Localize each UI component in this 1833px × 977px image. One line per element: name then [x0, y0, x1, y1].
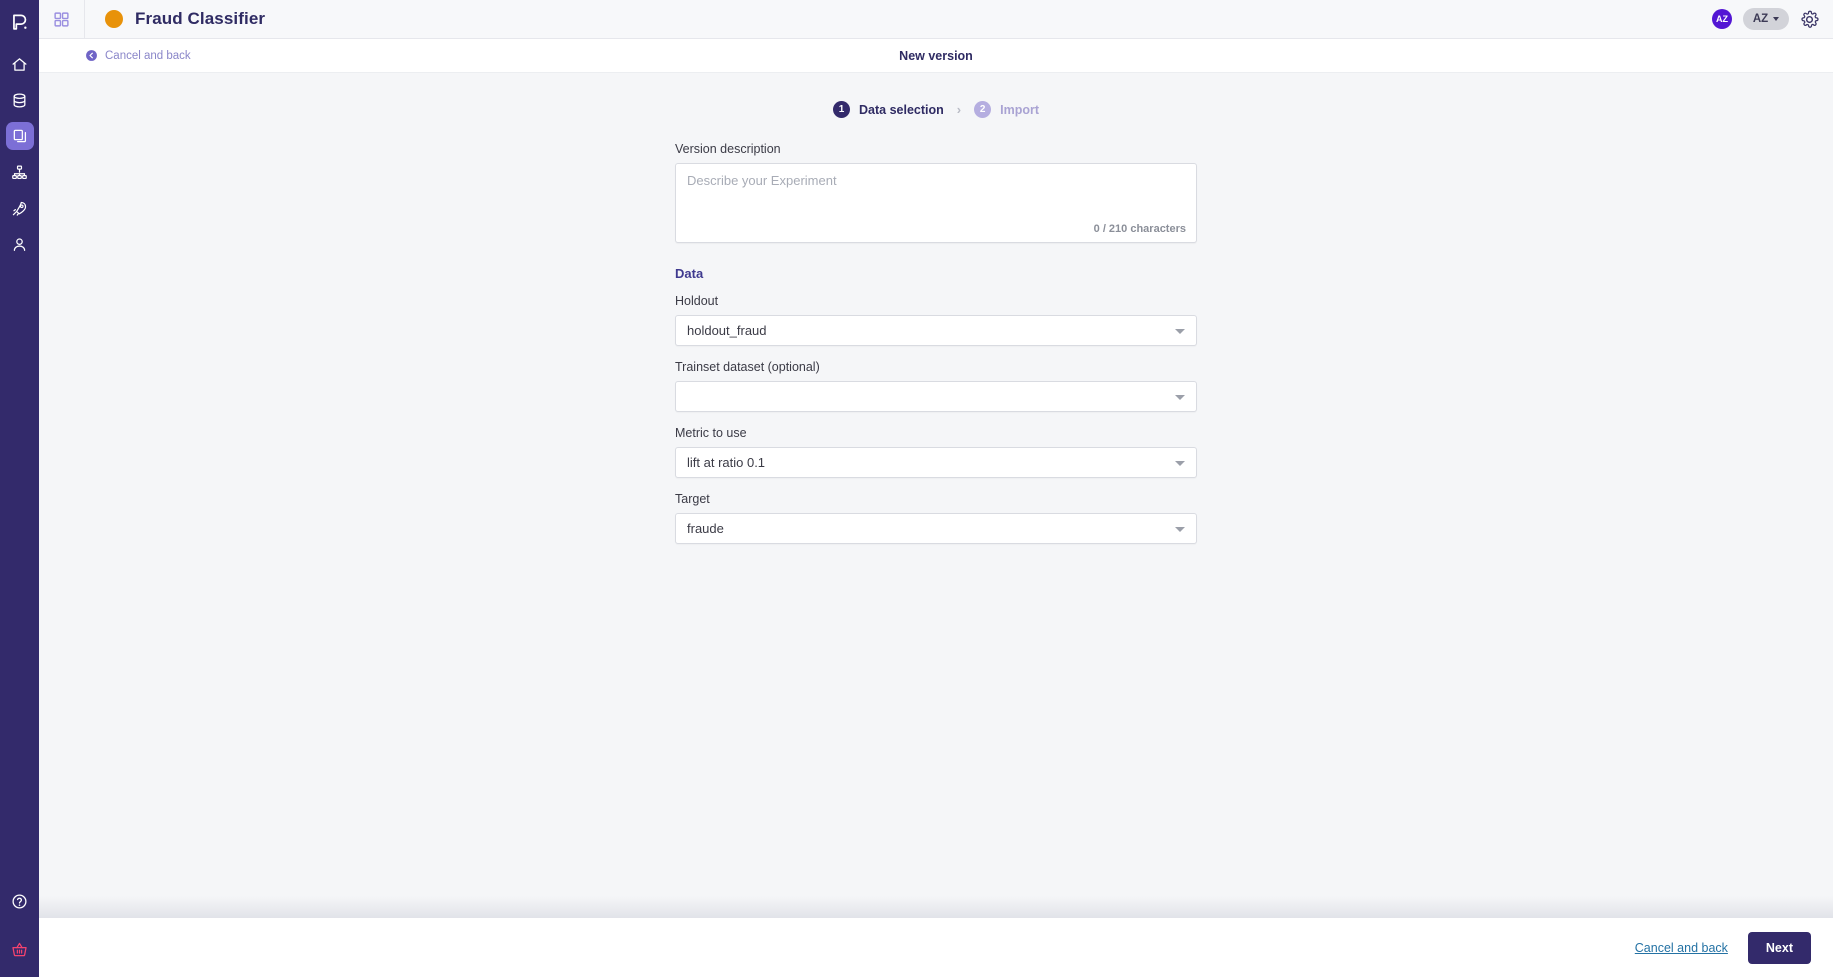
avatar[interactable]: AZ: [1712, 9, 1732, 29]
field-metric: Metric to use lift at ratio 0.1: [675, 426, 1197, 478]
cancel-and-back-link[interactable]: Cancel and back: [1635, 941, 1728, 955]
sidebar-nav: [5, 50, 34, 258]
metric-select[interactable]: lift at ratio 0.1: [675, 447, 1197, 478]
apps-grid-button[interactable]: [39, 0, 85, 39]
topbar-actions: AZ AZ: [1712, 8, 1833, 30]
gear-icon: [1801, 10, 1819, 28]
step-separator-icon: ›: [956, 102, 962, 117]
content-area: 1 Data selection › 2 Import Version desc…: [39, 73, 1833, 918]
sidebar-bottom: [0, 887, 39, 977]
step-1-number: 1: [833, 101, 850, 118]
holdout-label: Holdout: [675, 294, 719, 308]
step-2-label: Import: [1000, 102, 1039, 117]
workspace-switcher[interactable]: AZ: [1743, 8, 1789, 30]
sidebar: [0, 0, 39, 977]
hierarchy-icon: [12, 165, 27, 179]
field-trainset: Trainset dataset (optional): [675, 360, 1197, 412]
field-target: Target fraude: [675, 492, 1197, 544]
step-indicator: 1 Data selection › 2 Import: [39, 101, 1833, 118]
metric-label: Metric to use: [675, 426, 747, 440]
rocket-icon: [12, 201, 27, 216]
cancel-and-back-top[interactable]: Cancel and back: [39, 49, 191, 62]
sidebar-item-datasets[interactable]: [6, 86, 34, 114]
basket-icon: [12, 942, 27, 956]
database-icon: [13, 92, 26, 108]
sidebar-item-account[interactable]: [6, 230, 34, 258]
version-form: Version description 0 / 210 characters D…: [675, 142, 1197, 544]
target-label: Target: [675, 492, 710, 506]
grid-apps-icon: [54, 11, 69, 27]
main-area: Fraud Classifier AZ AZ Cancel and back N…: [39, 0, 1833, 977]
trainset-select[interactable]: [675, 381, 1197, 412]
holdout-select[interactable]: holdout_fraud: [675, 315, 1197, 346]
sidebar-item-home[interactable]: [6, 50, 34, 78]
help-circle-icon: [12, 893, 27, 909]
version-description-box: 0 / 210 characters: [675, 163, 1197, 243]
step-import[interactable]: 2 Import: [974, 101, 1039, 118]
target-select[interactable]: fraude: [675, 513, 1197, 544]
data-section-title: Data: [675, 266, 704, 281]
subheader: Cancel and back New version: [39, 39, 1833, 73]
circle-back-arrow-icon: [86, 50, 97, 61]
chevron-down-icon: [1773, 17, 1780, 21]
project-header: Fraud Classifier: [85, 9, 265, 29]
sidebar-item-models[interactable]: [5, 122, 34, 150]
page-title: Fraud Classifier: [135, 9, 266, 28]
cancel-and-back-top-label: Cancel and back: [105, 49, 191, 62]
project-status-dot: [105, 10, 123, 28]
topbar: Fraud Classifier AZ AZ: [39, 0, 1833, 39]
documents-icon: [13, 129, 26, 143]
subheader-title: New version: [899, 48, 973, 63]
step-data-selection[interactable]: 1 Data selection: [833, 101, 944, 118]
settings-button[interactable]: [1800, 10, 1819, 29]
character-counter: 0 / 210 characters: [1093, 223, 1186, 235]
chevron-down-icon: [1175, 394, 1185, 400]
workspace-label: AZ: [1752, 13, 1769, 25]
chevron-down-icon: [1175, 526, 1185, 532]
pecan-logo-icon: [13, 14, 27, 30]
trainset-label: Trainset dataset (optional): [675, 360, 820, 374]
step-2-number: 2: [974, 101, 992, 118]
chevron-down-icon: [1175, 328, 1185, 334]
chevron-down-icon: [1175, 460, 1185, 466]
person-icon: [13, 237, 26, 251]
sidebar-item-deployments[interactable]: [6, 194, 34, 222]
sidebar-item-help[interactable]: [6, 887, 34, 915]
app-logo[interactable]: [0, 3, 39, 42]
app-root: Fraud Classifier AZ AZ Cancel and back N…: [0, 0, 1833, 977]
next-button[interactable]: Next: [1747, 931, 1811, 964]
field-holdout: Holdout holdout_fraud: [675, 294, 1197, 346]
home-icon: [12, 57, 27, 71]
holdout-value: holdout_fraud: [687, 323, 767, 338]
target-value: fraude: [687, 521, 724, 536]
sidebar-item-pipelines[interactable]: [6, 158, 34, 186]
footer-bar: Cancel and back Next: [39, 918, 1833, 977]
sidebar-item-marketplace[interactable]: [6, 935, 34, 963]
version-description-label: Version description: [675, 142, 781, 156]
step-1-label: Data selection: [859, 102, 944, 117]
metric-value: lift at ratio 0.1: [687, 455, 766, 470]
